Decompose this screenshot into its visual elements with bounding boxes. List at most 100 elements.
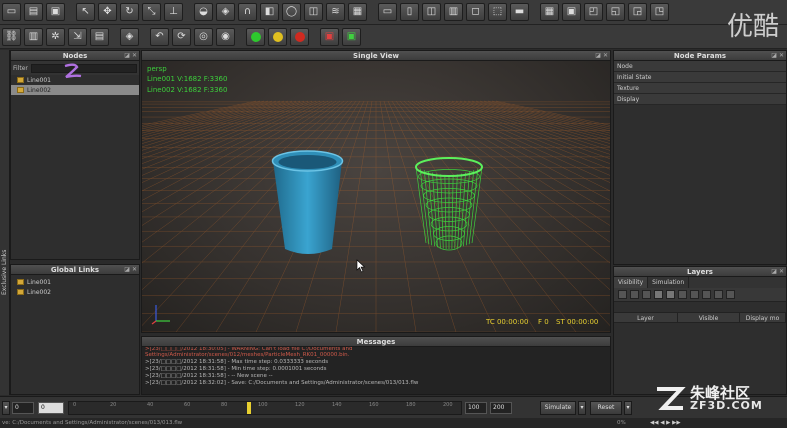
current-frame-field[interactable]: 0 bbox=[38, 402, 64, 414]
panel-buttons[interactable]: ◪ ✕ bbox=[771, 267, 784, 277]
view-layout-2-icon[interactable]: ▯ bbox=[400, 3, 419, 21]
layer-remove-icon[interactable] bbox=[666, 290, 675, 299]
shade-2-icon[interactable]: ◱ bbox=[606, 3, 625, 21]
shade-4-icon[interactable]: ◳ bbox=[650, 3, 669, 21]
end-frame-field-a[interactable]: 100 bbox=[465, 402, 487, 414]
stop-red-icon[interactable] bbox=[290, 27, 309, 46]
col-visible[interactable]: Visible bbox=[678, 313, 740, 322]
axis-icon[interactable]: ⊥ bbox=[164, 3, 183, 21]
panel-buttons[interactable]: ◪ ✕ bbox=[124, 265, 137, 275]
green-wireframe-cup[interactable] bbox=[412, 155, 490, 255]
scale-icon[interactable]: ⤡ bbox=[142, 3, 161, 21]
view-layout-4-icon[interactable]: ▥ bbox=[444, 3, 463, 21]
param-section-texture[interactable]: Texture bbox=[614, 83, 786, 94]
magnet-icon[interactable]: ∩ bbox=[238, 3, 257, 21]
layer-down-icon[interactable] bbox=[714, 290, 723, 299]
global-item-line001[interactable]: Line001 bbox=[11, 277, 139, 287]
zf3d-url: ZF3D.COM bbox=[690, 399, 763, 412]
col-display-mode[interactable]: Display mo bbox=[740, 313, 786, 322]
node-item-line002[interactable]: Line002 bbox=[11, 85, 139, 95]
timeline-tick: 200 bbox=[443, 402, 453, 408]
param-section-node[interactable]: Node bbox=[614, 61, 786, 72]
param-section-display[interactable]: Display bbox=[614, 94, 786, 105]
view-box-icon[interactable]: ◻ bbox=[466, 3, 485, 21]
start-frame-field[interactable]: 0 bbox=[12, 402, 34, 414]
shade-3-icon[interactable]: ◲ bbox=[628, 3, 647, 21]
camera-label: persp bbox=[147, 65, 167, 73]
daemon-icon[interactable]: ◈ bbox=[216, 3, 235, 21]
open-icon[interactable]: ▤ bbox=[24, 3, 43, 21]
target-icon[interactable]: ◎ bbox=[194, 27, 213, 46]
frame-readout: F 0 bbox=[538, 318, 549, 326]
save-green-icon[interactable]: ▣ bbox=[342, 27, 361, 46]
zf3d-logo-icon bbox=[657, 387, 686, 410]
select-arrow-icon[interactable]: ↖ bbox=[76, 3, 95, 21]
layer-tool-icon[interactable] bbox=[642, 290, 651, 299]
tab-visibility[interactable]: Visibility bbox=[614, 277, 649, 288]
layers-tabs: Visibility Simulation bbox=[614, 277, 786, 288]
new-scene-icon[interactable]: ▭ bbox=[2, 3, 21, 21]
link-icon[interactable]: ⛓ bbox=[2, 27, 21, 46]
save-icon[interactable]: ▣ bbox=[46, 3, 65, 21]
view-layout-1-icon[interactable]: ▭ bbox=[378, 3, 397, 21]
record-icon[interactable]: ◉ bbox=[216, 27, 235, 46]
move-icon[interactable]: ✥ bbox=[98, 3, 117, 21]
global-item-line002[interactable]: Line002 bbox=[11, 287, 139, 297]
panel-buttons[interactable]: ◪ ✕ bbox=[771, 51, 784, 61]
timeline-ruler[interactable]: 0 20 40 60 80 100 120 140 160 180 200 bbox=[68, 401, 462, 415]
camera-icon[interactable]: ◫ bbox=[304, 3, 323, 21]
loop-icon[interactable]: ⟳ bbox=[172, 27, 191, 46]
simulate-button[interactable]: Simulate bbox=[540, 401, 576, 415]
layer-tool-icon[interactable] bbox=[690, 290, 699, 299]
tab-simulation[interactable]: Simulation bbox=[648, 277, 690, 288]
rotate-icon[interactable]: ↻ bbox=[120, 3, 139, 21]
col-layer[interactable]: Layer bbox=[614, 313, 678, 322]
messages-log[interactable]: >[23/□□□□/2012 18:30:05] - WARNING: Can'… bbox=[142, 345, 610, 392]
export-icon[interactable]: ⇲ bbox=[68, 27, 87, 46]
layer-tool-icon[interactable] bbox=[678, 290, 687, 299]
play-green-icon[interactable] bbox=[246, 27, 265, 46]
3d-viewport[interactable]: persp Line001 V:1682 F:3360 Line002 V:16… bbox=[142, 61, 610, 332]
node-editor-icon[interactable]: ◈ bbox=[120, 27, 139, 46]
view-layout-3-icon[interactable]: ◫ bbox=[422, 3, 441, 21]
sphere-icon[interactable]: ◯ bbox=[282, 3, 301, 21]
stats-line002: Line002 V:1682 F:3360 bbox=[147, 86, 228, 94]
param-section-initial-state[interactable]: Initial State bbox=[614, 72, 786, 83]
reset-dropdown-icon[interactable]: ▾ bbox=[624, 401, 632, 415]
playhead[interactable] bbox=[247, 402, 251, 414]
panel-buttons[interactable]: ◪ ✕ bbox=[124, 51, 137, 61]
view-flat-icon[interactable]: ▬ bbox=[510, 3, 529, 21]
view-cube-icon[interactable]: ⬚ bbox=[488, 3, 507, 21]
mesh-icon[interactable]: ▦ bbox=[348, 3, 367, 21]
blue-cup-mesh[interactable] bbox=[270, 149, 348, 261]
end-frame-field-b[interactable]: 200 bbox=[490, 402, 512, 414]
timeline-menu-icon[interactable]: ▾ bbox=[2, 401, 10, 415]
ground-grid bbox=[142, 100, 610, 332]
layer-add-icon[interactable] bbox=[654, 290, 663, 299]
simulate-dropdown-icon[interactable]: ▾ bbox=[578, 401, 586, 415]
pause-yellow-icon[interactable] bbox=[268, 27, 287, 46]
grid-icon[interactable]: ▦ bbox=[540, 3, 559, 21]
script-icon[interactable]: ▤ bbox=[90, 27, 109, 46]
layers-table-header: Layer Visible Display mo bbox=[614, 312, 786, 323]
reset-button[interactable]: Reset bbox=[590, 401, 622, 415]
layer-up-icon[interactable] bbox=[702, 290, 711, 299]
exclusive-links-tab[interactable]: Exclusive Links bbox=[0, 50, 10, 395]
frame-icon[interactable]: ▣ bbox=[562, 3, 581, 21]
emitter-icon[interactable]: ◒ bbox=[194, 3, 213, 21]
layer-tool-icon[interactable] bbox=[618, 290, 627, 299]
node-params-title: Node Params ◪ ✕ bbox=[614, 51, 786, 61]
layer-tool-icon[interactable] bbox=[630, 290, 639, 299]
gear-icon[interactable]: ✲ bbox=[46, 27, 65, 46]
wave-icon[interactable]: ≋ bbox=[326, 3, 345, 21]
panel-buttons[interactable]: ◪ ✕ bbox=[595, 51, 608, 61]
layer-eye-icon[interactable] bbox=[726, 290, 735, 299]
cube-icon[interactable]: ◧ bbox=[260, 3, 279, 21]
save-red-icon[interactable]: ▣ bbox=[320, 27, 339, 46]
playback-controls[interactable]: ◀◀ ◀ ▶ ▶▶ bbox=[650, 418, 681, 428]
reset-view-icon[interactable]: ↶ bbox=[150, 27, 169, 46]
folder-icon bbox=[17, 77, 24, 83]
film-icon[interactable]: ▥ bbox=[24, 27, 43, 46]
shade-1-icon[interactable]: ◰ bbox=[584, 3, 603, 21]
folder-icon bbox=[17, 289, 24, 295]
